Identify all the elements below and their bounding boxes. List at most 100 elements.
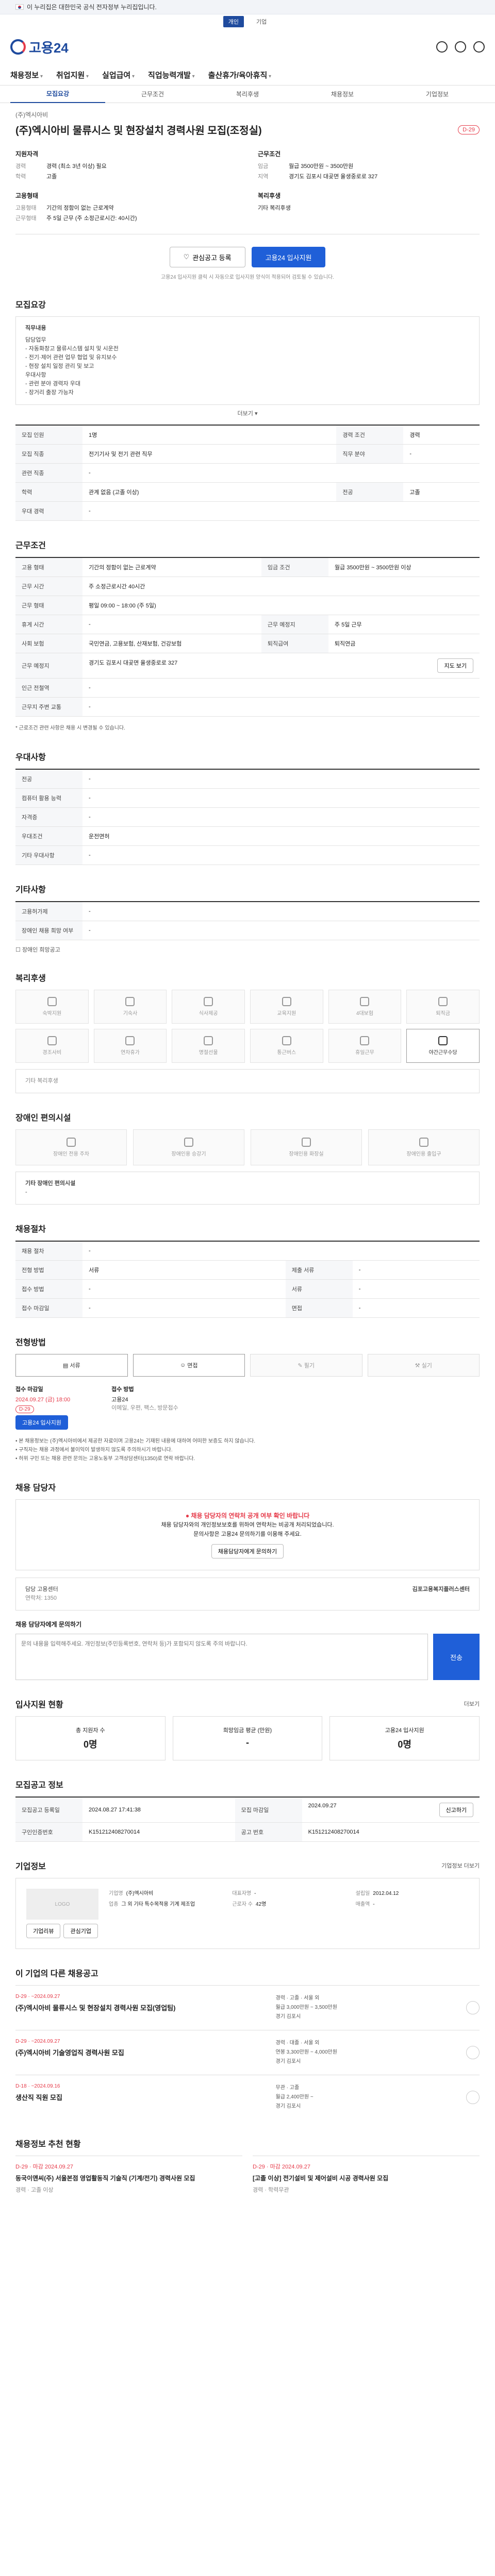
nav-item-training[interactable]: 직업능력개발 [148,70,195,80]
th: 고용 형태 [15,557,82,577]
facility-item: 장애인 전용 주차 [15,1129,127,1165]
scrap-button[interactable]: ♡ 관심공고 등록 [169,247,245,267]
td: - [82,615,261,634]
tab-recruit[interactable]: 모집요강 [10,89,105,103]
th: 기타 우대사항 [15,845,82,865]
td: 월급 3500만원 ~ 3500만원 이상 [328,557,480,577]
welfare-item: 4대보험 [328,990,402,1024]
section-title: 모집공고 정보 [15,1781,63,1790]
work-section: 근무조건 고용 형태 기간의 정함이 없는 근로계약 임금 조건 월급 3500만원 … [15,538,480,733]
apply-button[interactable]: 고용24 입사지원 [251,247,326,267]
info-item: 업종 그 외 기타 특수목적용 기계 제조업 [109,1900,222,1907]
tab-welfare[interactable]: 복리후생 [200,90,295,98]
list-item[interactable]: D-29 · 마감 2024.09.27 동국이앤씨(주) 서울본점 영업활동직… [15,2156,242,2194]
check-label: 장애인 희망공고 [22,947,60,953]
welfare-label: 식사제공 [199,1011,218,1016]
person-icon: ☺ [179,1362,188,1368]
td: 관계 없음 (고졸 이상) [82,482,337,502]
stats-more-link[interactable]: 더보기 [464,1700,480,1708]
site-logo[interactable]: 고용24 [10,38,69,57]
list-item[interactable]: D-29 · 마감 2024.09.27 [고졸 이상] 전기설비 및 제어설비… [253,2156,480,2194]
welfare-item: 숙박지원 [15,990,89,1024]
job-title-text: (주)엑시아비 물류시스 및 현장설치 경력사원 모집(조정실) [15,125,262,137]
welfare-label: 경조사비 [42,1050,62,1056]
reco-name[interactable]: 동국이앤씨(주) 서울본점 영업활동직 기술직 (기계/전기) 경력사원 모집 [15,2174,242,2182]
section-title: 전형방법 [15,1338,46,1347]
job-name[interactable]: 생산직 직원 모집 [15,2092,271,2102]
sun-icon [360,1036,370,1045]
bookmark-icon[interactable] [466,2046,480,2059]
list-item[interactable]: D-29 · ~2024.09.27 (주)엑시아비 물류시스 및 현장설치 경력… [15,1985,480,2030]
company-more-link[interactable]: 기업정보 더보기 [441,1861,480,1870]
table-row: 근무 예정지 경기도 김포시 대곶면 율생중로로 327 지도 보기 [15,653,480,679]
section-title: 기타사항 [15,886,46,894]
nav-item-jobs[interactable]: 채용정보 [10,70,43,80]
menu-icon[interactable] [473,41,485,53]
site-header: 고용24 [0,29,495,65]
reco-name[interactable]: [고졸 이상] 전기설비 및 제어설비 시공 경력사원 모집 [253,2174,480,2182]
job-cond: 월급 3,000만원 ~ 3,500만원 [275,2005,337,2010]
info-value: - [254,1891,256,1896]
follow-company-button[interactable]: 관심기업 [63,1924,98,1938]
tab-personal[interactable]: 개인 [223,16,244,27]
welfare-item: 명절선물 [172,1029,245,1063]
send-button[interactable]: 전송 [433,1634,480,1680]
stat-label: 고용24 입사지원 [385,1727,424,1734]
td: - [82,1279,286,1299]
job-name[interactable]: (주)엑시아비 기술영업직 경력사원 모집 [15,2047,271,2057]
submit-value-2: 이메일, 우편, 팩스, 방문접수 [111,1405,178,1411]
bookmark-icon[interactable] [466,2001,480,2014]
tab-company[interactable]: 기업 [251,16,272,27]
td: K151212408270014 [82,1822,235,1842]
inquiry-button[interactable]: 채용담당자에게 문의하기 [211,1544,284,1558]
pref-table: 전공 - 컴퓨터 활용 능력 - 자격증 - 우대조건 운전면허 기타 우대사항 - [15,769,480,865]
value: 월급 3500만원 ~ 3500만원 [289,163,354,170]
apply-button-2[interactable]: 고용24 입사지원 [15,1415,69,1430]
welfare-item: 교육지원 [250,990,323,1024]
list-item[interactable]: D-29 · ~2024.09.27 (주)엑시아비 기술영업직 경력사원 모집 … [15,2030,480,2075]
user-icon[interactable] [455,41,466,53]
th: 전공 [336,482,404,502]
qa-input[interactable] [15,1634,428,1680]
th: 우대 경력 [15,501,82,521]
nav-item-benefit[interactable]: 실업급여 [102,70,135,80]
info-label: 매출액 [355,1902,370,1907]
welfare-label: 4대보험 [356,1011,374,1016]
td: - [82,901,480,921]
table-row: 기타 우대사항 - [15,845,480,865]
welfare-item: 휴일근무 [328,1029,402,1063]
tab-company[interactable]: 기업정보 [390,90,485,98]
table-row: 고용허가제 - [15,901,480,921]
th: 임금 조건 [261,557,328,577]
report-button[interactable]: 신고하기 [439,1803,473,1817]
td: - [82,1298,286,1318]
facility-item: 장애인용 승강기 [133,1129,244,1165]
reco-sub: 경력 · 학력무관 [253,2187,289,2193]
more-button[interactable]: 더보기 [238,411,253,417]
gift-icon [47,1036,57,1045]
nav-item-leave[interactable]: 출산휴가/육아휴직 [208,70,271,80]
welfare-label: 야간근무수당 [428,1050,457,1056]
list-item[interactable]: D-18 · ~2024.09.16 생산직 직원 모집 무관 · 고졸 월급 2,… [15,2075,480,2120]
tab-conditions[interactable]: 근무조건 [105,90,200,98]
search-icon[interactable] [436,41,448,53]
section-title: 모집요강 [15,301,46,310]
scrap-label: 관심공고 등록 [192,253,232,262]
disability-check[interactable]: ☐ 장애인 희망공고 [15,945,480,954]
tab-hiring[interactable]: 채용정보 [295,90,390,98]
flag-icon [15,4,24,10]
company-info: 기업명 (주)엑시아비 대표자명 - 설립일 2012.04.12 업종 그 외 기타 … [109,1889,469,1907]
job-name[interactable]: (주)엑시아비 물류시스 및 현장설치 경력사원 모집(영업팀) [15,2003,271,2012]
job-meta: D-29 · ~2024.09.27 [15,2039,60,2044]
nav-item-support[interactable]: 취업지원 [56,70,89,80]
bookmark-icon[interactable] [466,2091,480,2104]
review-button[interactable]: 기업리뷰 [26,1924,61,1938]
other-jobs-section: 이 기업의 다른 채용공고 D-29 · ~2024.09.27 (주)엑시아비 … [15,1967,480,2120]
info-value: - [373,1902,375,1907]
contact-section: 채용 담당자 ● 채용 담당자의 연락처 공개 여부 확인 바랍니다 채용 담당… [15,1481,480,1680]
company-name[interactable]: (주)엑시아비 [15,110,480,119]
company-section: 기업정보 기업정보 더보기 LOGO 기업리뷰 관심기업 기업명 (주)엑시아비 대… [15,1859,480,1949]
map-button[interactable]: 지도 보기 [437,658,473,673]
section-title: 입사지원 현황 더보기 [15,1698,480,1710]
label: 경력 [15,163,26,170]
